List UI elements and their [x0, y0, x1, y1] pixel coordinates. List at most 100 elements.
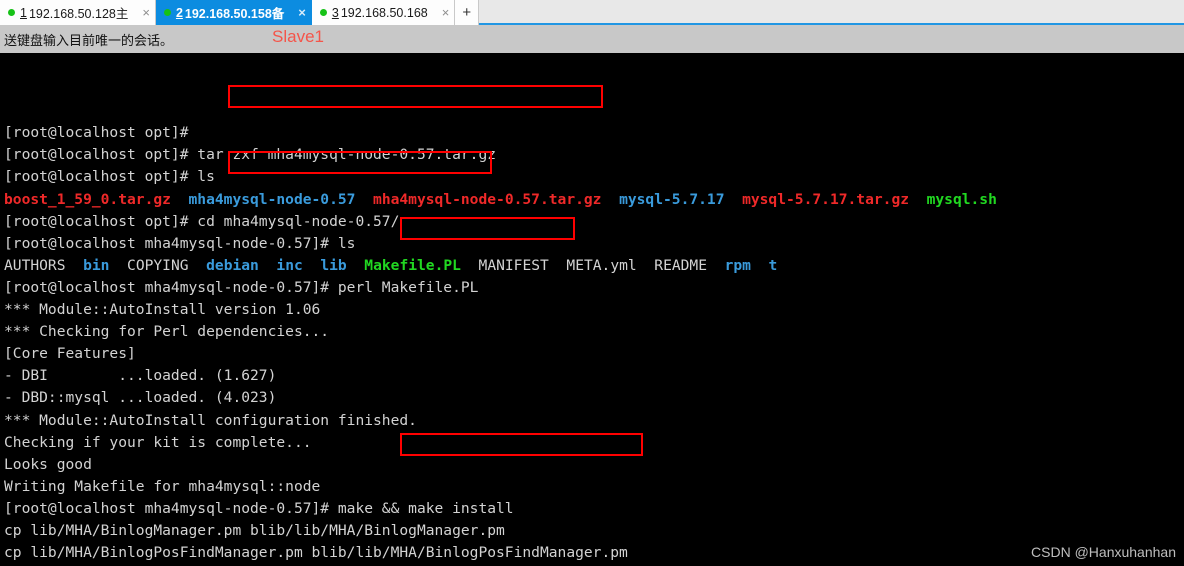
- terminal-text: README: [654, 256, 707, 274]
- tab-close-icon[interactable]: ×: [294, 6, 306, 19]
- terminal-line: cp lib/MHA/BinlogPosFindManager.pm blib/…: [4, 542, 1184, 564]
- tab-1[interactable]: 1 192.168.50.128主 ×: [0, 0, 156, 25]
- tab-label: 192.168.50.158备: [184, 7, 285, 21]
- terminal-text: [root@localhost opt]#: [4, 146, 198, 164]
- terminal-line: boost_1_59_0.tar.gz mha4mysql-node-0.57 …: [4, 189, 1184, 211]
- terminal-line: [root@localhost opt]#: [4, 122, 1184, 144]
- terminal-text: AUTHORS: [4, 256, 66, 274]
- terminal-text: mysql.sh: [926, 190, 997, 208]
- terminal-text: mysql-5.7.17: [619, 190, 725, 208]
- terminal-text: mha4mysql-node-0.57: [188, 190, 356, 208]
- terminal-text: ls: [197, 168, 215, 186]
- terminal-text: [root@localhost mha4mysql-node-0.57]# ls: [4, 234, 356, 252]
- session-hint-bar: 送键盘输入目前唯一的会话。 Slave1: [0, 25, 1184, 53]
- tab-status-green-dot-icon: [319, 9, 327, 16]
- terminal-text: mha4mysql-node-0.57.tar.gz: [373, 190, 602, 208]
- terminal-text: cd mha4mysql-node-0.57/: [197, 212, 400, 230]
- terminal-line: Writing Makefile for mha4mysql::node: [4, 476, 1184, 498]
- terminal-line: [root@localhost mha4mysql-node-0.57]# ls: [4, 233, 1184, 255]
- tab-close-icon[interactable]: ×: [138, 6, 150, 19]
- session-hint-text: 送键盘输入目前唯一的会话。: [4, 32, 174, 48]
- terminal-text: cp lib/MHA/BinlogManager.pm blib/lib/MHA…: [4, 521, 505, 539]
- terminal-text: Writing Makefile for mha4mysql::node: [4, 477, 321, 495]
- terminal-text: t: [768, 256, 778, 274]
- terminal-line: [root@localhost mha4mysql-node-0.57]# ma…: [4, 498, 1184, 520]
- tab-index: 1: [20, 5, 27, 20]
- terminal-line: AUTHORS bin COPYING debian inc lib Makef…: [4, 255, 1184, 277]
- terminal-line: Checking if your kit is complete...: [4, 432, 1184, 454]
- terminal-text: lib: [320, 256, 347, 274]
- terminal-text: [root@localhost opt]#: [4, 124, 198, 142]
- terminal-line: - DBD::mysql ...loaded. (4.023): [4, 387, 1184, 409]
- terminal-text: *** Module::AutoInstall configuration fi…: [4, 411, 417, 429]
- watermark-text: CSDN @Hanxuhanhan: [1031, 544, 1176, 560]
- terminal-text: perl Makefile.PL: [337, 278, 479, 296]
- terminal-line: [root@localhost opt]# cd mha4mysql-node-…: [4, 211, 1184, 233]
- terminal-text: [root@localhost mha4mysql-node-0.57]#: [4, 278, 338, 296]
- terminal-line: [root@localhost mha4mysql-node-0.57]# pe…: [4, 277, 1184, 299]
- terminal-line: [root@localhost opt]# ls: [4, 166, 1184, 188]
- terminal-text: [root@localhost opt]#: [4, 212, 198, 230]
- tab-label: 192.168.50.168: [340, 5, 428, 20]
- terminal-text: *** Checking for Perl dependencies...: [4, 323, 330, 341]
- tab-bar: 1 192.168.50.128主 × 2 192.168.50.158备 × …: [0, 0, 1184, 25]
- terminal-line: [Core Features]: [4, 343, 1184, 365]
- terminal-text: Looks good: [4, 455, 92, 473]
- terminal-text: - DBI ...loaded. (1.627): [4, 367, 277, 385]
- tab-label: 192.168.50.128主: [28, 7, 129, 21]
- terminal-text: MANIFEST: [478, 256, 549, 274]
- terminal-line: Looks good: [4, 454, 1184, 476]
- terminal-text: cp lib/MHA/BinlogPosFindManager.pm blib/…: [4, 544, 628, 562]
- tab-2[interactable]: 2 192.168.50.158备 ×: [155, 0, 312, 25]
- terminal-text: mysql-5.7.17.tar.gz: [742, 190, 910, 208]
- terminal-text: *** Module::AutoInstall version 1.06: [4, 301, 321, 319]
- terminal-text: [root@localhost mha4mysql-node-0.57]#: [4, 499, 338, 517]
- terminal-text: debian: [206, 256, 259, 274]
- terminal-text: bin: [83, 256, 110, 274]
- terminal-text: META.yml: [566, 256, 637, 274]
- terminal-text: boost_1_59_0.tar.gz: [4, 190, 171, 208]
- terminal-text: Checking if your kit is complete...: [4, 433, 312, 451]
- terminal-text: inc: [276, 256, 303, 274]
- new-tab-plus-icon[interactable]: +: [455, 0, 480, 25]
- terminal-output[interactable]: [root@localhost opt]# [root@localhost op…: [0, 53, 1184, 566]
- tab-index: 3: [331, 5, 339, 20]
- terminal-text: COPYING: [127, 256, 189, 274]
- terminal-text: tar zxf mha4mysql-node-0.57.tar.gz: [197, 146, 497, 164]
- tab-3[interactable]: 3 192.168.50.168 ×: [311, 0, 456, 25]
- slave1-annotation-label: Slave1: [272, 27, 324, 46]
- terminal-line: *** Module::AutoInstall version 1.06: [4, 299, 1184, 321]
- terminal-text: make && make install: [337, 499, 514, 517]
- terminal-text: [root@localhost opt]#: [4, 168, 198, 186]
- terminal-text: - DBD::mysql ...loaded. (4.023): [4, 389, 277, 407]
- terminal-line: [root@localhost opt]# tar zxf mha4mysql-…: [4, 144, 1184, 166]
- terminal-line: cp lib/MHA/BinlogManager.pm blib/lib/MHA…: [4, 520, 1184, 542]
- terminal-text: rpm: [724, 256, 751, 274]
- terminal-text: Makefile.PL: [364, 256, 461, 274]
- command-highlight-box: [228, 85, 603, 108]
- terminal-line: *** Checking for Perl dependencies...: [4, 321, 1184, 343]
- tab-index: 2: [175, 5, 183, 20]
- tab-bar-empty-area: [479, 0, 1184, 25]
- tab-close-icon[interactable]: ×: [438, 6, 450, 19]
- terminal-line: *** Module::AutoInstall configuration fi…: [4, 410, 1184, 432]
- terminal-text: [Core Features]: [4, 345, 136, 363]
- tab-status-green-dot-icon: [163, 9, 171, 16]
- terminal-line: - DBI ...loaded. (1.627): [4, 365, 1184, 387]
- terminal-app-window: 1 192.168.50.128主 × 2 192.168.50.158备 × …: [0, 0, 1184, 566]
